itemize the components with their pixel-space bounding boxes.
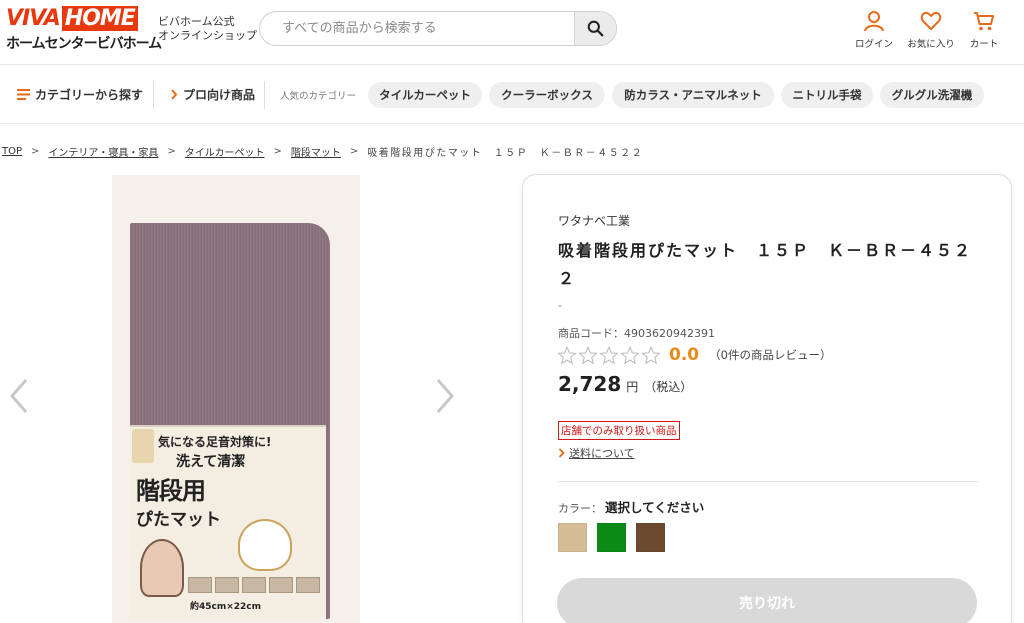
pro-products-link[interactable]: プロ向け商品 bbox=[170, 86, 255, 103]
chevron-right-icon bbox=[171, 89, 178, 100]
search-button[interactable] bbox=[574, 12, 616, 45]
search-bar bbox=[259, 11, 617, 46]
nav-divider bbox=[264, 81, 265, 109]
panel-divider bbox=[558, 481, 978, 482]
cart-button[interactable]: カート bbox=[958, 10, 1010, 54]
chevron-left-icon bbox=[10, 379, 28, 413]
product-info-panel: ワタナベ工業 吸着階段用ぴたマット １５Ｐ Ｋ－ＢＲ－４５２２ - 商品コード：… bbox=[522, 174, 1012, 623]
category-menu-button[interactable]: カテゴリーから探す bbox=[17, 86, 143, 103]
logo-tagline: ホームセンタービバホーム bbox=[6, 36, 162, 52]
package-character-dog bbox=[238, 519, 292, 571]
package-feature-icons bbox=[188, 577, 320, 593]
color-swatch[interactable] bbox=[558, 523, 587, 552]
shop-subtitle-line2: オンラインショップ bbox=[158, 29, 257, 42]
chip-nitrile-gloves[interactable]: ニトリル手袋 bbox=[781, 82, 873, 108]
product-subtitle: - bbox=[558, 299, 562, 312]
shipping-info-link[interactable]: 送料について bbox=[558, 445, 635, 461]
breadcrumb-separator: > bbox=[349, 146, 359, 157]
category-menu-label: カテゴリーから探す bbox=[35, 88, 144, 102]
cart-label: カート bbox=[969, 39, 999, 50]
list-icon bbox=[17, 89, 30, 100]
search-input[interactable] bbox=[260, 12, 576, 45]
price-tax: （税込） bbox=[644, 380, 693, 394]
breadcrumb-link-interior[interactable]: インテリア・寝具・家具 bbox=[48, 144, 158, 159]
cart-icon bbox=[974, 12, 994, 31]
breadcrumb-link-stair-mat[interactable]: 階段マット bbox=[291, 144, 341, 159]
product-title: 吸着階段用ぴたマット １５Ｐ Ｋ－ＢＲ－４５２２ bbox=[558, 241, 973, 288]
star-icon bbox=[557, 345, 577, 364]
package-label: 気になる足音対策に! 洗えて清潔 階段用 ぴたマット 約45cm×22cm bbox=[130, 425, 326, 619]
manufacturer: ワタナベ工業 bbox=[558, 214, 631, 228]
store-only-badge: 店舗でのみ取り扱い商品 bbox=[558, 421, 680, 440]
gallery-next-button[interactable] bbox=[430, 374, 460, 418]
chip-cooler-box[interactable]: クーラーボックス bbox=[489, 82, 605, 108]
package-badge bbox=[132, 429, 154, 463]
pro-products-label: プロ向け商品 bbox=[183, 88, 256, 102]
breadcrumb: TOP > インテリア・寝具・家具 > タイルカーペット > 階段マット > 吸… bbox=[2, 144, 643, 159]
search-icon bbox=[587, 20, 604, 37]
package-headline: 気になる足音対策に! bbox=[158, 435, 272, 449]
chip-animal-net[interactable]: 防カラス・アニマルネット bbox=[612, 82, 774, 108]
price: 2,728 円 （税込） bbox=[558, 372, 692, 396]
favorites-button[interactable]: お気に入り bbox=[905, 10, 957, 54]
site-logo[interactable]: VIVA HOME ホームセンタービバホーム bbox=[6, 6, 162, 52]
color-selector-label: カラー： 選択してください bbox=[558, 497, 704, 516]
package-size: 約45cm×22cm bbox=[190, 602, 262, 612]
shipping-link-label[interactable]: 送料について bbox=[569, 445, 635, 461]
site-header: VIVA HOME ホームセンタービバホーム ビバホーム公式 オンラインショップ … bbox=[0, 0, 1024, 60]
gallery-prev-button[interactable] bbox=[4, 374, 34, 418]
package-character-lady bbox=[140, 539, 184, 597]
product-code-value: 4903620942391 bbox=[624, 327, 715, 340]
shop-subtitle: ビバホーム公式 オンラインショップ bbox=[158, 15, 257, 43]
favorites-label: お気に入り bbox=[907, 39, 955, 50]
color-swatches bbox=[558, 523, 665, 552]
login-label: ログイン bbox=[854, 39, 893, 50]
color-swatch[interactable] bbox=[636, 523, 665, 552]
sold-out-button[interactable]: 売り切れ bbox=[557, 578, 977, 623]
star-icon bbox=[578, 345, 598, 364]
chip-washing-machine[interactable]: グルグル洗濯機 bbox=[880, 82, 984, 108]
breadcrumb-current: 吸着階段用ぴたマット １５Ｐ Ｋ－ＢＲ－４５２２ bbox=[367, 148, 644, 159]
star-icon bbox=[641, 345, 661, 364]
color-value: 選択してください bbox=[605, 500, 705, 515]
heart-icon bbox=[920, 11, 942, 30]
nav-divider bbox=[153, 81, 154, 109]
chevron-right-icon bbox=[558, 448, 565, 458]
price-value: 2,728 bbox=[558, 372, 622, 396]
star-icon bbox=[599, 345, 619, 364]
price-unit: 円 bbox=[626, 380, 639, 394]
star-icon bbox=[620, 345, 640, 364]
package-title-2: ぴたマット bbox=[136, 510, 221, 530]
category-nav: カテゴリーから探す プロ向け商品 人気のカテゴリー タイルカーペット クーラーボ… bbox=[0, 64, 1024, 124]
breadcrumb-separator: > bbox=[31, 146, 40, 157]
login-button[interactable]: ログイン bbox=[848, 10, 900, 54]
breadcrumb-link-tile-carpet[interactable]: タイルカーペット bbox=[185, 144, 265, 159]
breadcrumb-separator: > bbox=[167, 146, 176, 157]
breadcrumb-separator: > bbox=[273, 146, 282, 157]
product-code: 商品コード：4903620942391 bbox=[558, 325, 715, 341]
review-count[interactable]: （0件の商品レビュー） bbox=[709, 347, 831, 363]
rating-row: 0.0 （0件の商品レビュー） bbox=[557, 345, 831, 365]
product-gallery: 気になる足音対策に! 洗えて清潔 階段用 ぴたマット 約45cm×22cm bbox=[0, 172, 470, 623]
package-title-1: 階段用 bbox=[136, 477, 206, 505]
popular-categories-label: 人気のカテゴリー bbox=[280, 91, 357, 102]
chevron-right-icon bbox=[436, 379, 454, 413]
product-image: 気になる足音対策に! 洗えて清潔 階段用 ぴたマット 約45cm×22cm bbox=[112, 175, 360, 623]
package-subline: 洗えて清潔 bbox=[176, 454, 246, 470]
rating-stars[interactable] bbox=[557, 345, 661, 365]
color-label: カラー： bbox=[558, 502, 602, 515]
shop-subtitle-line1: ビバホーム公式 bbox=[158, 15, 235, 28]
color-swatch[interactable] bbox=[597, 523, 626, 552]
chip-tile-carpet[interactable]: タイルカーペット bbox=[368, 82, 482, 108]
rating-score: 0.0 bbox=[669, 345, 700, 365]
logo-wordmark: VIVA HOME bbox=[6, 6, 138, 31]
user-icon bbox=[864, 11, 884, 32]
breadcrumb-link-top[interactable]: TOP bbox=[2, 146, 22, 157]
product-code-label: 商品コード： bbox=[558, 327, 624, 340]
